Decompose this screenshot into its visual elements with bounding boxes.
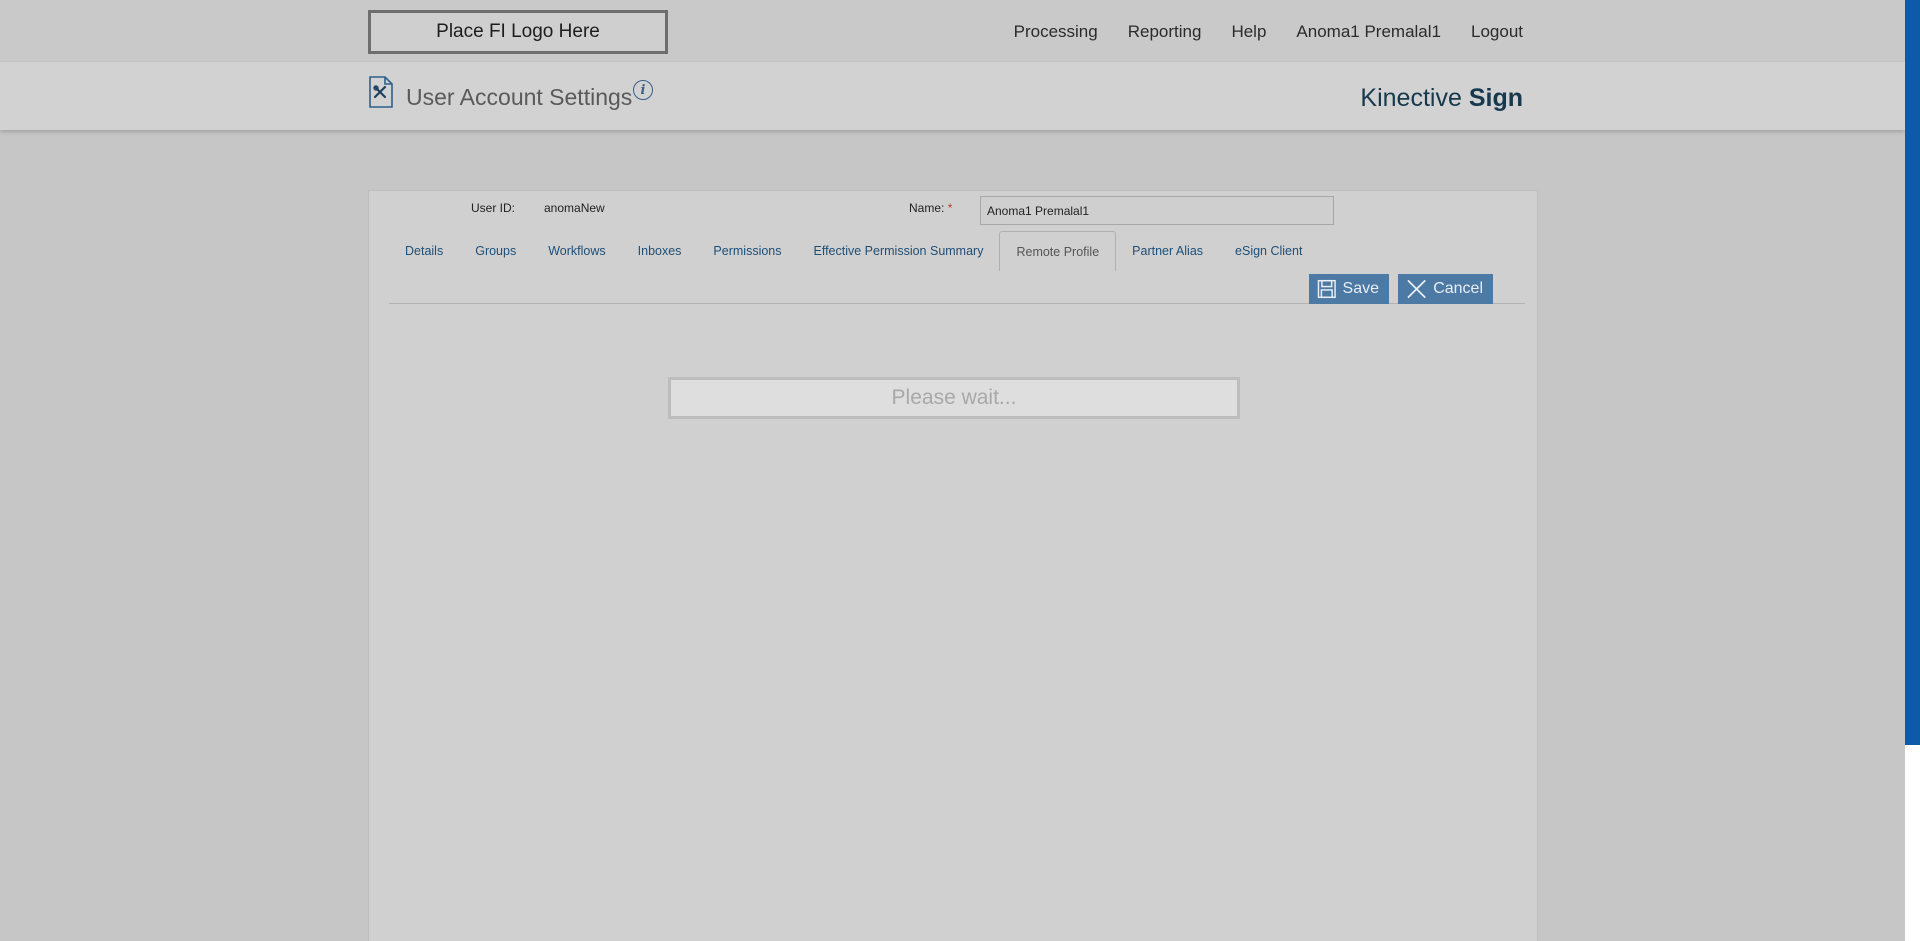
brand-logo: Kinective Sign (1360, 84, 1523, 113)
tab-details[interactable]: Details (389, 231, 459, 271)
tab-bar: Details Groups Workflows Inboxes Permiss… (389, 231, 1318, 271)
user-settings-icon (369, 76, 393, 108)
top-header: Place FI Logo Here Processing Reporting … (0, 0, 1905, 62)
cancel-button[interactable]: Cancel (1398, 274, 1493, 304)
loading-message: Please wait... (668, 377, 1240, 419)
name-field[interactable] (980, 196, 1334, 225)
page-header: User Account Settings i Kinective Sign (0, 62, 1905, 130)
brand-bold: Sign (1468, 84, 1523, 112)
page-title: User Account Settings (406, 84, 633, 110)
required-mark: * (947, 201, 953, 215)
tab-workflows[interactable]: Workflows (532, 231, 621, 271)
save-label: Save (1342, 280, 1379, 297)
user-settings-panel: User ID: anomaNew Name: * Details Groups… (368, 190, 1538, 941)
nav-help[interactable]: Help (1231, 22, 1266, 42)
user-id-value: anomaNew (544, 201, 605, 215)
name-label-text: Name: (909, 201, 945, 215)
tab-permissions[interactable]: Permissions (697, 231, 797, 271)
name-label: Name: * (909, 201, 952, 215)
tab-effective-permission-summary[interactable]: Effective Permission Summary (798, 231, 1000, 271)
save-button[interactable]: Save (1309, 274, 1389, 304)
tab-groups[interactable]: Groups (459, 231, 532, 271)
brand-light: Kinective (1360, 84, 1462, 112)
nav-logout[interactable]: Logout (1471, 22, 1523, 42)
nav-user-name[interactable]: Anoma1 Premalal1 (1296, 22, 1441, 42)
tab-inboxes[interactable]: Inboxes (622, 231, 698, 271)
scrollbar-thumb[interactable] (1905, 0, 1920, 745)
close-icon (1407, 279, 1426, 299)
tab-esign-client[interactable]: eSign Client (1219, 231, 1318, 271)
top-nav: Processing Reporting Help Anoma1 Premala… (1014, 22, 1523, 42)
tab-remote-profile[interactable]: Remote Profile (999, 231, 1117, 271)
nav-reporting[interactable]: Reporting (1128, 22, 1202, 42)
tab-partner-alias[interactable]: Partner Alias (1116, 231, 1219, 271)
logo-placeholder: Place FI Logo Here (368, 10, 668, 54)
info-icon[interactable]: i (633, 80, 653, 100)
user-id-label: User ID: (471, 201, 516, 215)
cancel-label: Cancel (1433, 280, 1483, 297)
floppy-disk-icon (1317, 279, 1336, 299)
nav-processing[interactable]: Processing (1014, 22, 1098, 42)
